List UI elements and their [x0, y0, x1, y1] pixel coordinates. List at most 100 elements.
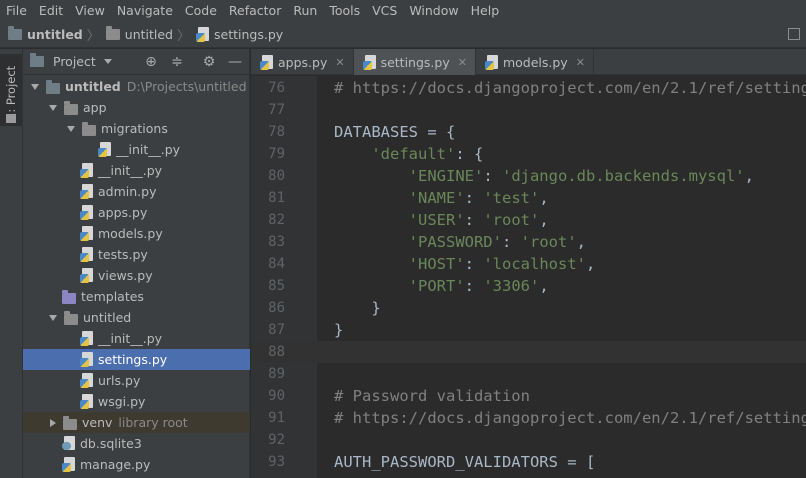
- tree-item-label: models.py: [98, 226, 163, 241]
- python-file-icon: [260, 54, 274, 70]
- tree-item[interactable]: db.sqlite3: [23, 433, 250, 454]
- close-icon[interactable]: ✕: [576, 56, 585, 69]
- python-file-icon: [484, 54, 499, 70]
- menu-vcs[interactable]: VCS: [366, 0, 403, 22]
- line-number: 91: [268, 410, 285, 426]
- breadcrumb-file[interactable]: settings.py: [196, 22, 283, 48]
- code-token: :: [464, 211, 484, 229]
- menu-edit[interactable]: Edit: [33, 0, 69, 22]
- menu-tools[interactable]: Tools: [323, 0, 366, 22]
- editor-gutter: 76 77 78 79 80 81 82 83 84 85 86 87 88 89 90 91 92 93: [251, 76, 330, 478]
- line-number: 84: [268, 256, 285, 272]
- python-file-icon: [80, 394, 94, 409]
- code-token: ,: [539, 189, 549, 207]
- chevron-down-icon[interactable]: [49, 104, 57, 111]
- code-token: :: [464, 255, 484, 273]
- tree-item[interactable]: tests.py: [23, 244, 250, 265]
- python-file-icon: [80, 247, 94, 262]
- line-number: 80: [268, 168, 285, 184]
- tree-item[interactable]: settings.py: [23, 349, 250, 370]
- menu-window[interactable]: Window: [403, 0, 464, 22]
- chevron-right-icon: 〉: [176, 29, 190, 44]
- tree-item[interactable]: app: [23, 97, 250, 118]
- tab-models[interactable]: models.py ✕: [476, 49, 594, 75]
- code-token: # Password validation: [334, 387, 530, 405]
- crosshair-icon[interactable]: ⊕: [144, 55, 158, 69]
- tree-item-label: __init__.py: [98, 163, 163, 178]
- code-token: ,: [576, 233, 586, 251]
- code-token: 'USER': [408, 211, 465, 229]
- tree-item-label: __init__.py: [116, 142, 181, 157]
- code-line: 'NAME': 'test',: [334, 187, 549, 209]
- project-tool-window-label: 1: Project: [4, 65, 18, 120]
- project-view-icon: [30, 53, 44, 67]
- tree-item[interactable]: untitled: [23, 307, 250, 328]
- collapse-all-icon[interactable]: ≑: [170, 55, 184, 69]
- chevron-down-icon[interactable]: [103, 59, 112, 64]
- tree-item[interactable]: migrations: [23, 118, 250, 139]
- project-panel: Project ⊕ ≑ ⚙ — untitled D:\Projects\unti…: [23, 49, 250, 478]
- python-file-icon: [196, 27, 210, 42]
- chevron-down-icon[interactable]: [31, 83, 39, 90]
- line-number: 89: [268, 366, 285, 382]
- tree-item[interactable]: __init__.py: [23, 139, 250, 160]
- code-token: ,: [539, 211, 549, 229]
- tree-item[interactable]: urls.py: [23, 370, 250, 391]
- menu-file[interactable]: File: [0, 0, 33, 22]
- menu-code[interactable]: Code: [179, 0, 223, 22]
- menu-help[interactable]: Help: [465, 0, 506, 22]
- code-line: }: [334, 297, 380, 319]
- close-icon[interactable]: ✕: [458, 56, 467, 69]
- hide-icon[interactable]: —: [228, 55, 242, 69]
- chevron-down-icon[interactable]: [67, 125, 75, 132]
- menu-run[interactable]: Run: [287, 0, 323, 22]
- python-file-icon: [80, 226, 94, 241]
- project-view-selector[interactable]: Project: [53, 54, 96, 69]
- breadcrumb-project-label: untitled: [27, 27, 83, 42]
- line-number: 87: [268, 322, 285, 338]
- tree-item[interactable]: apps.py: [23, 202, 250, 223]
- folder-icon: [46, 79, 60, 94]
- chevron-right-icon[interactable]: [50, 418, 56, 427]
- tree-item[interactable]: templates: [23, 286, 250, 307]
- gear-icon[interactable]: ⚙: [202, 55, 216, 69]
- window-restore-icon[interactable]: [788, 28, 800, 40]
- breadcrumb-folder[interactable]: untitled 〉: [105, 22, 196, 48]
- close-icon[interactable]: ✕: [335, 56, 344, 69]
- menu-view[interactable]: View: [69, 0, 111, 22]
- tree-item[interactable]: venv library root: [23, 412, 250, 433]
- menu-navigate[interactable]: Navigate: [111, 0, 179, 22]
- breadcrumb-project[interactable]: untitled 〉: [8, 22, 106, 48]
- tree-item-label: migrations: [101, 121, 168, 136]
- tree-item[interactable]: admin.py: [23, 181, 250, 202]
- python-file-icon: [362, 54, 377, 70]
- code-line: 'ENGINE': 'django.db.backends.mysql',: [334, 165, 754, 187]
- tab-settings[interactable]: settings.py ✕: [353, 49, 476, 75]
- code-token: 'default': [371, 145, 456, 163]
- menu-refactor[interactable]: Refactor: [223, 0, 287, 22]
- tab-apps[interactable]: apps.py ✕: [251, 49, 354, 75]
- line-number: 78: [268, 124, 285, 140]
- tree-item-label: venv: [82, 415, 113, 430]
- tree-item[interactable]: views.py: [23, 265, 250, 286]
- tree-item[interactable]: manage.py: [23, 454, 250, 475]
- tree-item[interactable]: untitled D:\Projects\untitled: [23, 76, 250, 97]
- project-tool-window-tab[interactable]: 1: Project: [0, 54, 22, 126]
- code-token: '3306': [483, 277, 540, 295]
- code-token: # https://docs.djangoproject.com/en/2.1/…: [334, 409, 806, 427]
- tree-item[interactable]: __init__.py: [23, 160, 250, 181]
- tree-item[interactable]: models.py: [23, 223, 250, 244]
- editor-tabs: apps.py ✕ settings.py ✕ models.py ✕: [251, 49, 806, 75]
- chevron-down-icon[interactable]: [49, 314, 57, 321]
- tree-item[interactable]: wsgi.py: [23, 391, 250, 412]
- line-number: 77: [268, 102, 285, 118]
- tab-label: settings.py: [380, 54, 450, 70]
- line-number: 76: [268, 80, 285, 96]
- python-file-icon: [62, 457, 76, 472]
- code-line: # Password validation: [334, 385, 530, 407]
- code-editor[interactable]: # https://docs.djangoproject.com/en/2.1/…: [317, 76, 806, 478]
- navigation-bar: untitled 〉 untitled 〉 settings.py: [0, 22, 806, 48]
- tree-item[interactable]: __init__.py: [23, 328, 250, 349]
- code-token: 'HOST': [408, 255, 465, 273]
